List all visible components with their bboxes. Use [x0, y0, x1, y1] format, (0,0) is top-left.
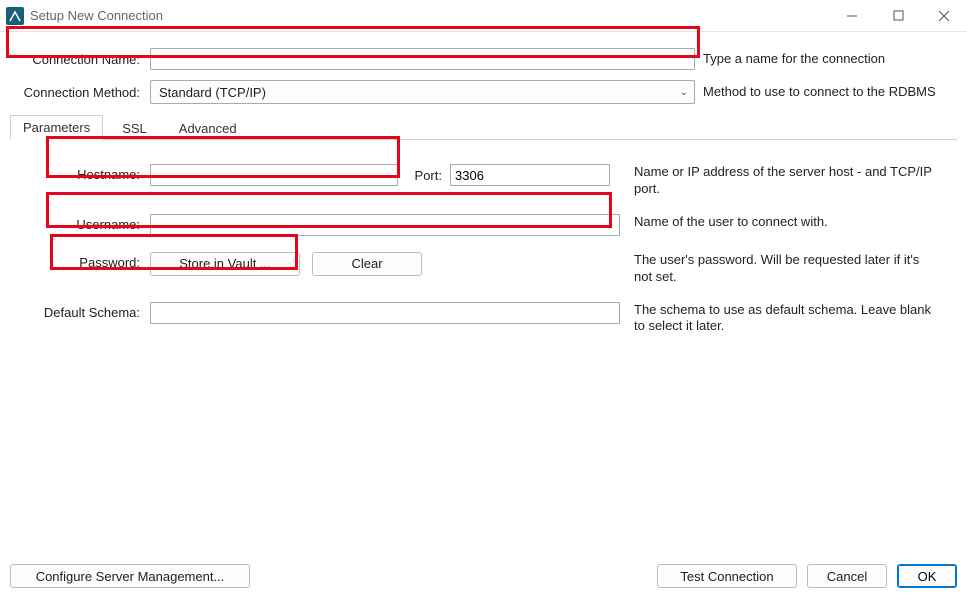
port-input[interactable] [450, 164, 610, 186]
hostname-label: Hostname: [10, 164, 150, 182]
connection-name-input[interactable] [150, 48, 695, 70]
tab-advanced[interactable]: Advanced [166, 116, 250, 140]
connection-name-desc: Type a name for the connection [695, 51, 885, 67]
cancel-button[interactable]: Cancel [807, 564, 887, 588]
password-label: Password: [10, 252, 150, 270]
connection-method-desc: Method to use to connect to the RDBMS [695, 84, 936, 100]
connection-method-value: Standard (TCP/IP) [159, 85, 266, 100]
default-schema-help: The schema to use as default schema. Lea… [620, 302, 940, 336]
titlebar: Setup New Connection [0, 0, 967, 32]
dialog-body: Connection Name: Type a name for the con… [0, 32, 967, 335]
default-schema-input[interactable] [150, 302, 620, 324]
tab-strip: Parameters SSL Advanced [10, 114, 957, 140]
hostname-input[interactable] [150, 164, 398, 186]
chevron-down-icon: ⌄ [680, 87, 688, 98]
default-schema-label: Default Schema: [10, 302, 150, 320]
ok-button[interactable]: OK [897, 564, 957, 588]
store-in-vault-button[interactable]: Store in Vault ... [150, 252, 300, 276]
app-icon [6, 7, 24, 25]
tab-parameters[interactable]: Parameters [10, 115, 103, 140]
username-help: Name of the user to connect with. [620, 214, 940, 231]
username-input[interactable] [150, 214, 620, 236]
password-help: The user's password. Will be requested l… [620, 252, 940, 286]
maximize-button[interactable] [875, 0, 921, 32]
port-label: Port: [398, 168, 450, 183]
minimize-button[interactable] [829, 0, 875, 32]
configure-server-management-button[interactable]: Configure Server Management... [10, 564, 250, 588]
connection-method-label: Connection Method: [10, 85, 150, 100]
dialog-footer: Configure Server Management... Test Conn… [0, 558, 967, 602]
hostname-help: Name or IP address of the server host - … [620, 164, 940, 198]
connection-method-select[interactable]: Standard (TCP/IP) ⌄ [150, 80, 695, 104]
window-controls [829, 0, 967, 32]
tab-ssl[interactable]: SSL [109, 116, 160, 140]
test-connection-button[interactable]: Test Connection [657, 564, 797, 588]
close-button[interactable] [921, 0, 967, 32]
tab-panel-parameters: Hostname: Port: Name or IP address of th… [10, 139, 957, 335]
clear-password-button[interactable]: Clear [312, 252, 422, 276]
window-title: Setup New Connection [30, 8, 163, 23]
username-label: Username: [10, 214, 150, 232]
connection-name-label: Connection Name: [10, 52, 150, 67]
